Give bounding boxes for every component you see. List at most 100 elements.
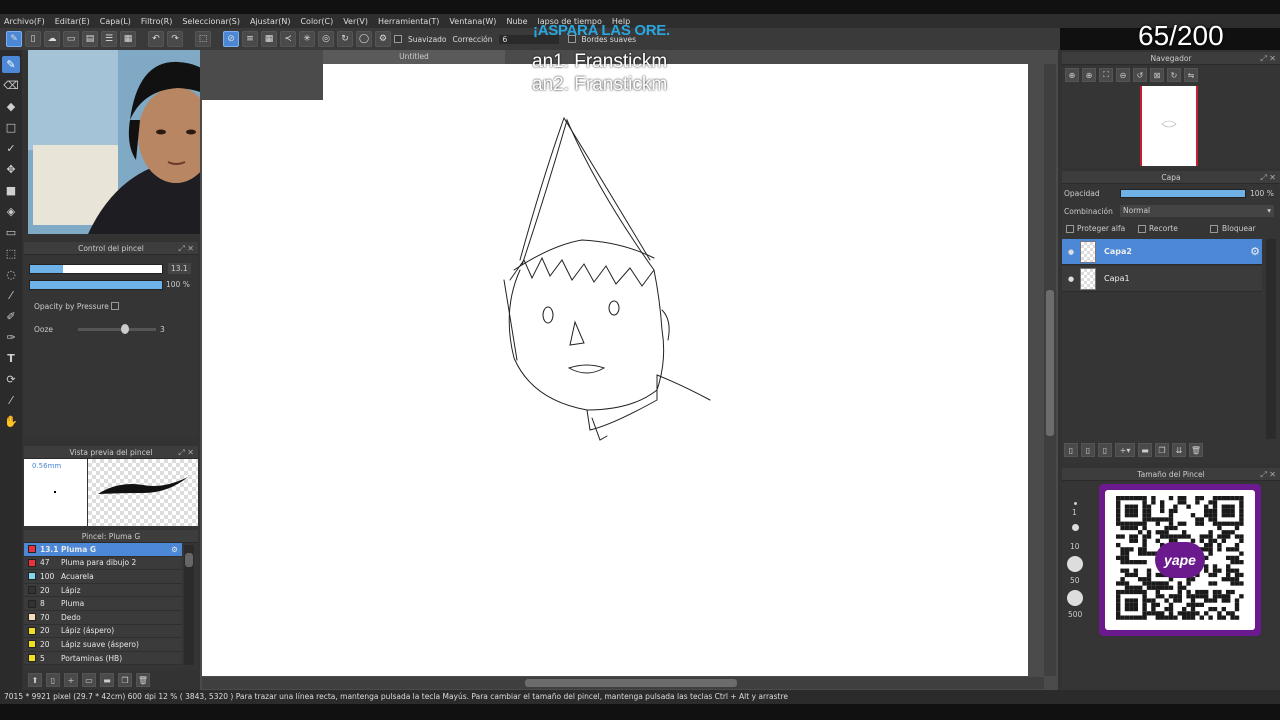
layer-opacity-slider[interactable] bbox=[1120, 189, 1246, 198]
close-icon[interactable]: ⤢ ✕ bbox=[178, 446, 194, 459]
tool-move[interactable]: ✥ bbox=[2, 161, 20, 178]
rotate-reset-button[interactable]: ⊠ bbox=[1150, 68, 1164, 82]
grid-button[interactable]: ▦ bbox=[120, 31, 136, 47]
protect-alpha-checkbox[interactable] bbox=[1066, 225, 1074, 233]
tool-hand[interactable]: ✋ bbox=[2, 413, 20, 430]
brush-list-item[interactable]: 100 Acuarela bbox=[24, 570, 182, 584]
tool-bucket[interactable]: ◈ bbox=[2, 203, 20, 220]
tool-select-eraser[interactable]: ✑ bbox=[2, 329, 20, 346]
merge-layer-button[interactable]: ⇊ bbox=[1172, 443, 1186, 457]
tool-eraser[interactable]: ⌫ bbox=[2, 77, 20, 94]
snap-parallel-button[interactable]: ≡ bbox=[242, 31, 258, 47]
clipping-checkbox[interactable] bbox=[1138, 225, 1146, 233]
brush-size-value[interactable]: 13.1 bbox=[168, 263, 191, 274]
tool-select-pen[interactable]: ✐ bbox=[2, 308, 20, 325]
close-icon[interactable]: ⤢ ✕ bbox=[1260, 171, 1276, 184]
snap-radial-button[interactable]: ✳ bbox=[299, 31, 315, 47]
tool-brush[interactable]: ✎ bbox=[2, 56, 20, 73]
brush-list-item[interactable]: 13.1 Pluma G ⚙ bbox=[24, 543, 182, 557]
delete-layer-button[interactable]: 🗑 bbox=[1189, 443, 1203, 457]
brush-mode-button[interactable]: ✎ bbox=[6, 31, 22, 47]
size-dot-50[interactable] bbox=[1067, 556, 1083, 572]
menu-item-5[interactable]: Ajustar(N) bbox=[250, 17, 291, 26]
menu-item-7[interactable]: Ver(V) bbox=[343, 17, 368, 26]
menu-item-3[interactable]: Filtro(R) bbox=[141, 17, 172, 26]
new-layer-1bit-button[interactable]: ▯ bbox=[1098, 443, 1112, 457]
size-dot-500[interactable] bbox=[1067, 590, 1083, 606]
export-button[interactable]: ▤ bbox=[82, 31, 98, 47]
cloud-button[interactable]: ☁ bbox=[44, 31, 60, 47]
file-button[interactable]: ▯ bbox=[25, 31, 41, 47]
tool-smudge[interactable]: ✓ bbox=[2, 140, 20, 157]
menu-item-1[interactable]: Editar(E) bbox=[55, 17, 90, 26]
brush-list-scrollbar[interactable] bbox=[184, 545, 194, 665]
brush-new-button[interactable]: ▯ bbox=[46, 673, 60, 687]
brush-list-scroll-thumb[interactable] bbox=[185, 553, 193, 567]
fit-button[interactable]: ⛶ bbox=[1099, 68, 1113, 82]
brush-opacity-slider[interactable] bbox=[29, 280, 163, 290]
opacity-pressure-checkbox[interactable] bbox=[111, 302, 119, 310]
brush-copy-button[interactable]: ❐ bbox=[118, 673, 132, 687]
brush-folder-button[interactable]: ▬ bbox=[100, 673, 114, 687]
rotate-right-button[interactable]: ↻ bbox=[1167, 68, 1181, 82]
menu-item-9[interactable]: Ventana(W) bbox=[449, 17, 496, 26]
layer-row[interactable]: ● Capa2 ⚙ bbox=[1062, 239, 1262, 265]
brush-upload-button[interactable]: ⬆ bbox=[28, 673, 42, 687]
brush-list-item[interactable]: 47 Pluma para dibujo 2 bbox=[24, 556, 182, 571]
brush-delete-button[interactable]: 🗑 bbox=[136, 673, 150, 687]
undo-button[interactable]: ↶ bbox=[148, 31, 164, 47]
save-button[interactable]: ▭ bbox=[63, 31, 79, 47]
tool-divide[interactable]: ⟳ bbox=[2, 371, 20, 388]
navigator-thumbnail[interactable] bbox=[1140, 86, 1198, 166]
deselect-button[interactable]: ⬚ bbox=[195, 31, 211, 47]
snap-off-button[interactable]: ⊘ bbox=[223, 31, 239, 47]
menu-item-6[interactable]: Color(C) bbox=[300, 17, 333, 26]
visibility-eye-icon[interactable]: ● bbox=[1062, 275, 1080, 283]
blend-mode-select[interactable]: Normal ▾ bbox=[1120, 205, 1274, 217]
size-dot-1[interactable] bbox=[1074, 502, 1077, 505]
add-layer-menu-button[interactable]: +▾ bbox=[1115, 443, 1135, 457]
brush-size-slider[interactable] bbox=[29, 264, 163, 274]
close-icon[interactable]: ⤢ ✕ bbox=[178, 242, 194, 255]
duplicate-layer-button[interactable]: ❐ bbox=[1155, 443, 1169, 457]
snap-ellipse-button[interactable]: ◯ bbox=[356, 31, 372, 47]
zoom-out-button[interactable]: ⊖ bbox=[1116, 68, 1130, 82]
brush-edit-button[interactable]: ▭ bbox=[82, 673, 96, 687]
tool-magic-wand[interactable]: ⁄ bbox=[2, 287, 20, 304]
lock-checkbox[interactable] bbox=[1210, 225, 1218, 233]
tool-shape[interactable]: □ bbox=[2, 119, 20, 136]
list-button[interactable]: ☰ bbox=[101, 31, 117, 47]
menu-item-2[interactable]: Capa(L) bbox=[100, 17, 131, 26]
flip-button[interactable]: ⇋ bbox=[1184, 68, 1198, 82]
brush-list-item[interactable]: 20 Lápiz (áspero) bbox=[24, 624, 182, 639]
ooze-slider[interactable] bbox=[78, 328, 156, 331]
gear-icon[interactable]: ⚙ bbox=[171, 545, 178, 554]
canvas-paper[interactable] bbox=[202, 100, 1028, 676]
menu-item-10[interactable]: Nube bbox=[506, 17, 527, 26]
tool-blur[interactable]: ◆ bbox=[2, 98, 20, 115]
tool-lasso[interactable]: ◌ bbox=[2, 266, 20, 283]
document-tab[interactable]: Untitled bbox=[323, 50, 505, 64]
tool-gradient[interactable]: ▭ bbox=[2, 224, 20, 241]
snap-grid-button[interactable]: ▦ bbox=[261, 31, 277, 47]
canvas-horizontal-scroll-thumb[interactable] bbox=[525, 679, 737, 687]
layer-row[interactable]: ● Capa1 bbox=[1062, 266, 1262, 292]
new-layer-button[interactable]: ▯ bbox=[1064, 443, 1078, 457]
brush-list-item[interactable]: 20 Lápiz bbox=[24, 583, 182, 598]
snap-curve-button[interactable]: ↻ bbox=[337, 31, 353, 47]
gear-icon[interactable]: ⚙ bbox=[1250, 245, 1260, 258]
brush-add-button[interactable]: + bbox=[64, 673, 78, 687]
snap-vanish-button[interactable]: ≺ bbox=[280, 31, 296, 47]
menu-item-8[interactable]: Herramienta(T) bbox=[378, 17, 439, 26]
visibility-eye-icon[interactable]: ● bbox=[1062, 248, 1080, 256]
ooze-slider-knob[interactable] bbox=[120, 324, 129, 334]
canvas-vertical-scroll-thumb[interactable] bbox=[1046, 290, 1054, 436]
new-layer-8bit-button[interactable]: ▯ bbox=[1081, 443, 1095, 457]
tool-select[interactable]: ⬚ bbox=[2, 245, 20, 262]
zoom-in-2-button[interactable]: ⊕ bbox=[1082, 68, 1096, 82]
menu-item-4[interactable]: Seleccionar(S) bbox=[182, 17, 240, 26]
tool-eyedropper[interactable]: ⁄ bbox=[2, 392, 20, 409]
close-icon[interactable]: ⤢ ✕ bbox=[1260, 52, 1276, 65]
tool-fill-shape[interactable]: ■ bbox=[2, 182, 20, 199]
brush-list-item[interactable]: 20 Lápiz suave (áspero) bbox=[24, 638, 182, 652]
